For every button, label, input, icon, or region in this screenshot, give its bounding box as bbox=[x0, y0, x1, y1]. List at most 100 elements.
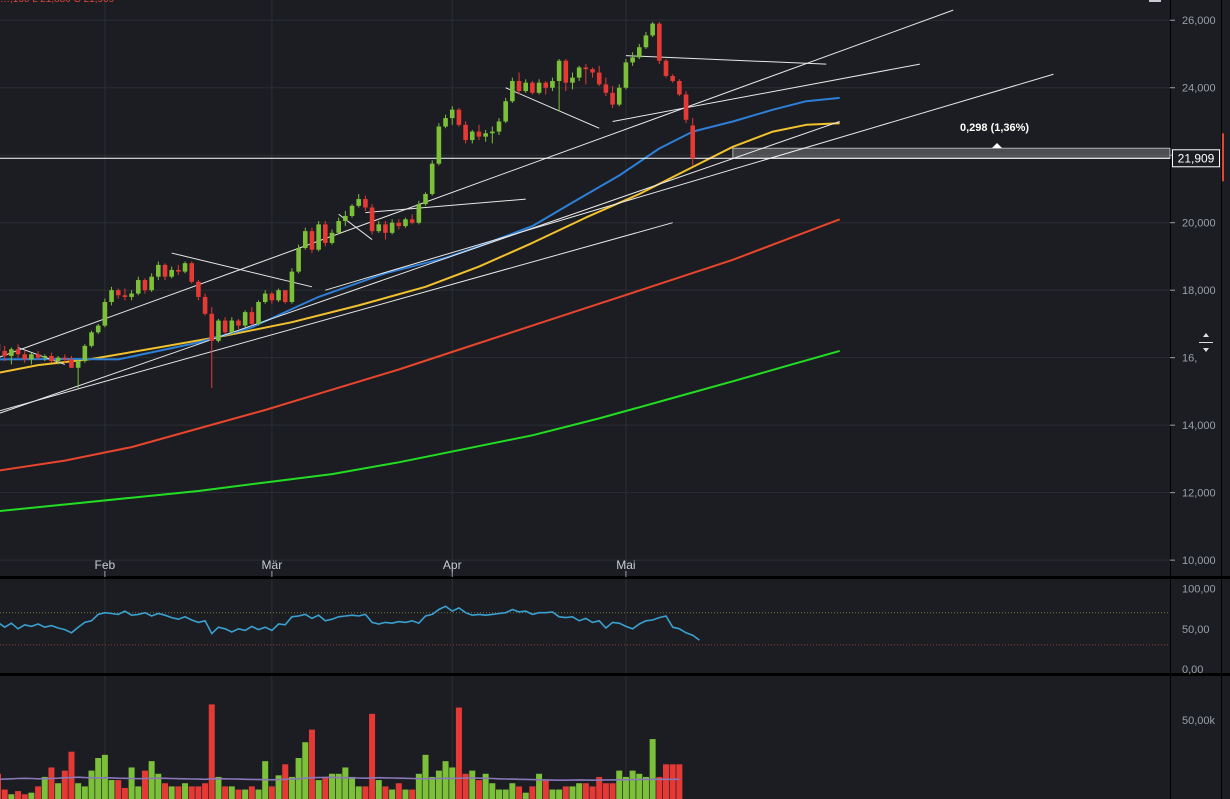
volume-bar bbox=[61, 770, 68, 799]
volume-bar bbox=[108, 780, 115, 799]
candle-body bbox=[129, 293, 134, 297]
volume-bar bbox=[469, 770, 476, 799]
candle-body bbox=[95, 325, 101, 333]
candle-body bbox=[596, 72, 602, 85]
candle-body bbox=[276, 290, 281, 301]
candle-body bbox=[316, 224, 321, 250]
volume-bar bbox=[195, 786, 202, 799]
volume-bar bbox=[168, 786, 175, 799]
candle bbox=[436, 123, 442, 166]
volume-bar bbox=[489, 783, 496, 799]
candle-body bbox=[55, 357, 61, 362]
candle bbox=[456, 107, 462, 127]
candle-body bbox=[189, 263, 195, 282]
volume-bar bbox=[349, 776, 356, 799]
price-axis-label: 14,000 bbox=[1182, 420, 1216, 432]
volume-bar bbox=[362, 786, 369, 799]
candle-body bbox=[476, 131, 482, 137]
candle bbox=[429, 160, 435, 196]
volume-bar bbox=[429, 776, 436, 799]
candle-body bbox=[463, 124, 468, 141]
volume-bar bbox=[242, 789, 249, 799]
volume-bar bbox=[449, 767, 456, 799]
volume-bar bbox=[389, 789, 396, 799]
rsi-axis-label: 100,00 bbox=[1182, 584, 1216, 596]
candle bbox=[102, 298, 108, 328]
candle-body bbox=[169, 269, 174, 277]
date-axis-label: Mär bbox=[262, 558, 283, 572]
price-axis-label: 16, bbox=[1182, 353, 1197, 365]
candle-body bbox=[256, 301, 261, 324]
candle-body bbox=[9, 349, 14, 356]
volume-bar bbox=[248, 786, 255, 799]
volume-bar bbox=[422, 754, 429, 799]
volume-bar bbox=[355, 786, 362, 799]
candle-body bbox=[229, 320, 235, 333]
candle-body bbox=[423, 194, 428, 205]
candle-body bbox=[343, 215, 348, 222]
price-tag-marker bbox=[1222, 133, 1224, 182]
candle bbox=[316, 221, 321, 252]
candle bbox=[289, 268, 295, 304]
price-axis-label: 18,000 bbox=[1182, 285, 1216, 297]
candle-body bbox=[49, 355, 54, 362]
candle-body bbox=[616, 87, 622, 105]
volume-bar bbox=[556, 789, 563, 799]
volume-bar bbox=[536, 773, 543, 799]
candle-body bbox=[356, 199, 362, 206]
candle bbox=[296, 244, 301, 274]
candle-body bbox=[663, 60, 669, 76]
menu-bar bbox=[1149, 0, 1161, 2]
candle-body bbox=[82, 345, 88, 362]
volume-bar bbox=[663, 764, 669, 799]
rsi-axis-label: 50,00 bbox=[1182, 624, 1210, 636]
price-axis-label: 20,000 bbox=[1182, 218, 1216, 230]
candle-body bbox=[523, 82, 529, 92]
candle-body bbox=[570, 77, 575, 83]
candle-body bbox=[222, 320, 228, 333]
candle-body bbox=[556, 60, 562, 81]
volume-bar bbox=[1, 789, 8, 799]
candle-body bbox=[156, 264, 161, 277]
candle-body bbox=[583, 67, 589, 70]
volume-bar bbox=[222, 786, 229, 799]
candle bbox=[82, 344, 88, 363]
volume-bar bbox=[602, 783, 609, 799]
candle bbox=[323, 221, 328, 247]
candle-body bbox=[329, 232, 335, 243]
candle-body bbox=[196, 281, 201, 297]
volume-bar bbox=[562, 786, 569, 799]
volume-bar bbox=[402, 789, 409, 799]
candle-body bbox=[35, 354, 41, 358]
candle-body bbox=[436, 126, 442, 164]
volume-bar bbox=[509, 783, 516, 799]
volume-bar bbox=[409, 789, 416, 799]
volume-bar bbox=[35, 786, 42, 799]
date-axis-label: Apr bbox=[443, 558, 462, 572]
stock-chart[interactable]: 0,298 (1,36%) 10,000 12,000 14,000 16, 18,000… bbox=[0, 0, 1230, 799]
candle-body bbox=[416, 204, 422, 223]
volume-bar bbox=[502, 789, 509, 799]
candle bbox=[683, 91, 689, 124]
candle bbox=[657, 21, 662, 65]
volume-bar bbox=[369, 713, 376, 799]
candle-body bbox=[643, 35, 649, 48]
candle-body bbox=[630, 57, 635, 63]
candle-body bbox=[162, 264, 168, 277]
candle-body bbox=[15, 349, 21, 355]
volume-bar bbox=[75, 783, 82, 799]
volume-bar bbox=[128, 767, 135, 799]
volume-bar bbox=[529, 786, 536, 799]
volume-bar bbox=[582, 783, 589, 799]
volume-axis-label: 50,00k bbox=[1182, 715, 1216, 727]
volume-bar bbox=[656, 776, 663, 799]
volume-bar bbox=[569, 786, 576, 799]
menu-icon[interactable] bbox=[1149, 0, 1161, 2]
volume-bar bbox=[322, 776, 329, 799]
rsi-axis-label: 0,00 bbox=[1182, 664, 1203, 676]
candle-body bbox=[510, 80, 515, 102]
volume-bar bbox=[549, 789, 556, 799]
volume-bar bbox=[115, 780, 122, 799]
candle bbox=[182, 261, 188, 274]
candle-body bbox=[503, 101, 508, 122]
